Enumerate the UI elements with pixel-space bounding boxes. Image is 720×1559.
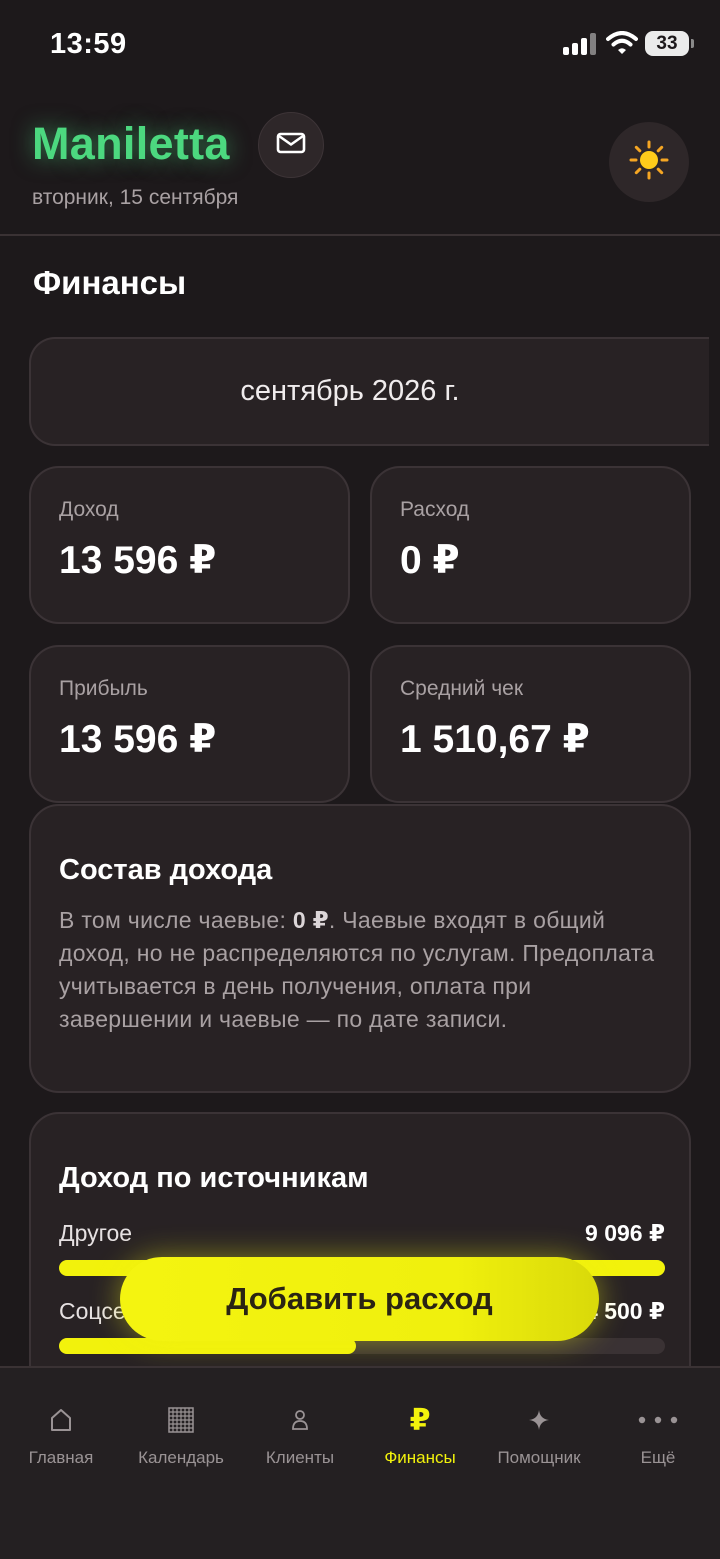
clients-icon [240,1404,360,1436]
calendar-icon [121,1404,241,1436]
stat-label: Средний чек [400,677,524,700]
source-name: Другое [59,1220,133,1246]
tab-label: Клиенты [265,1448,335,1467]
tab-clients[interactable]: Клиенты [240,1368,360,1488]
tab-label: Помощник [497,1448,581,1467]
tab-finance[interactable]: ₽ Финансы [360,1368,480,1488]
tab-label: Ещё [640,1448,676,1467]
income-composition-text: В том числе чаевые: 0 ₽. Чаевые входят в… [59,904,669,1036]
tab-label: Главная [28,1448,94,1467]
tab-assistant[interactable]: Помощник [479,1368,599,1488]
status-bar: 13:59 33 [0,0,720,90]
current-date: вторник, 15 сентября [32,186,239,209]
income-card: Доход 13 596 ₽ [29,466,350,624]
income-composition-title: Состав дохода [59,854,273,886]
more-icon [598,1404,718,1436]
stat-value: 13 596 ₽ [59,718,217,761]
period-selector[interactable]: сентябрь 2026 г. [29,337,709,446]
sun-icon [629,140,669,185]
income-composition-card: Состав дохода В том числе чаевые: 0 ₽. Ч… [29,804,691,1093]
expense-card: Расход 0 ₽ [370,466,691,624]
wifi-icon [606,31,638,55]
period-label: сентябрь 2026 г. [240,375,460,407]
brand-title: Maniletta [32,118,230,169]
tips-value: 0 ₽ [292,907,329,933]
home-icon [1,1404,121,1436]
tab-home[interactable]: Главная [1,1368,121,1488]
add-expense-label: Добавить расход [226,1281,493,1316]
income-sources-title: Доход по источникам [59,1162,369,1194]
add-expense-button[interactable]: Добавить расход [120,1257,599,1341]
average-check-card: Средний чек 1 510,67 ₽ [370,645,691,803]
stat-value: 1 510,67 ₽ [400,718,590,761]
bottom-nav: Главная Календарь Клиенты ₽ Финансы Помо… [0,1366,720,1559]
ruble-icon: ₽ [409,1403,431,1437]
stat-label: Прибыль [59,677,148,700]
tab-label: Календарь [138,1448,224,1467]
stat-label: Расход [400,498,470,521]
stat-value: 0 ₽ [400,539,460,582]
cellular-signal-icon [563,33,599,55]
battery-icon: 33 [645,31,694,56]
mail-button[interactable] [258,112,324,178]
source-value: 9 096 ₽ [585,1220,665,1246]
tab-label: Финансы [384,1448,456,1467]
text-before: В том числе чаевые: [59,907,293,933]
app-header: Maniletta вторник, 15 сентября [0,90,720,236]
theme-toggle-button[interactable] [609,122,689,202]
profit-card: Прибыль 13 596 ₽ [29,645,350,803]
finance-screen: 13:59 33 Maniletta вторник, 15 сентября … [0,0,720,1559]
page-title: Финансы [33,264,187,301]
stat-value: 13 596 ₽ [59,539,217,582]
tab-more[interactable]: Ещё [598,1368,718,1488]
mail-icon [276,132,306,159]
status-time: 13:59 [50,28,127,60]
stat-label: Доход [59,498,119,521]
tab-calendar[interactable]: Календарь [121,1368,241,1488]
sparkle-icon [479,1404,599,1436]
